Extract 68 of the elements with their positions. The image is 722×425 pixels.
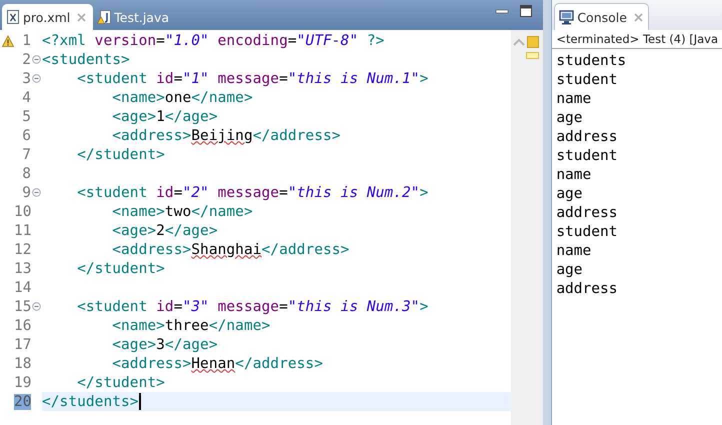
code-line: <address>Shanghai</address>	[111, 242, 350, 258]
collapse-icon[interactable]	[32, 188, 41, 197]
line-number: 8	[21, 166, 31, 182]
line-number: 19	[14, 374, 31, 390]
code-line: <student id="3" message="this is Num.3">	[76, 298, 428, 314]
warning-marker-icon[interactable]	[527, 36, 540, 48]
console-output-line: age	[556, 109, 584, 128]
console-output-line: name	[556, 166, 592, 185]
line-number: 1	[21, 32, 31, 48]
console-output-line: address	[556, 204, 618, 223]
code-line: <name>three</name>	[111, 318, 270, 334]
line-number: 14	[14, 280, 31, 296]
line-number: 4	[21, 90, 31, 106]
line-number: 6	[21, 128, 31, 144]
console-output-line: student	[556, 223, 618, 242]
xml-file-icon	[6, 9, 20, 25]
code-line: <student id="1" message="this is Num.1">	[76, 70, 428, 86]
console-output-line: age	[556, 185, 584, 204]
line-number: 15	[14, 298, 31, 314]
line-number: 9	[21, 184, 31, 200]
code-line: </student>	[76, 374, 165, 390]
collapse-icon[interactable]	[32, 74, 41, 83]
code-line: <address>Henan</address>	[111, 356, 323, 372]
console-output-line: age	[556, 261, 584, 280]
line-number: 2	[21, 52, 31, 68]
line-number: 17	[14, 336, 31, 352]
monitor-icon	[559, 10, 574, 24]
console-output-line: address	[556, 128, 618, 147]
code-line: </students>	[42, 394, 139, 410]
code-line: <name>two</name>	[111, 204, 253, 220]
line-number: 18	[14, 356, 31, 372]
line-number: 3	[21, 70, 31, 86]
code-line: <?xml version="1.0" encoding="UTF-8" ?>	[42, 32, 384, 48]
console-output-line: students	[556, 52, 628, 71]
editor-tab[interactable]: pro.xml	[2, 4, 94, 30]
line-number: 13	[14, 260, 31, 276]
close-icon	[632, 12, 644, 22]
console-output-line: student	[556, 71, 618, 90]
line-number: 20	[14, 394, 31, 410]
text-cursor	[138, 393, 141, 410]
code-line: <address>Beijing</address>	[111, 128, 341, 144]
line-number: 11	[14, 222, 31, 238]
console-output-line: name	[556, 90, 592, 109]
console-status: <terminated> Test (4) [Java	[552, 30, 722, 49]
line-number: 16	[14, 318, 31, 334]
code-line: <age>2</age>	[111, 222, 218, 238]
line-number: 7	[21, 146, 31, 162]
code-line: </student>	[76, 260, 165, 276]
console-tab[interactable]: Console	[554, 3, 649, 30]
annotation-marker-icon[interactable]	[526, 52, 540, 59]
collapse-icon[interactable]	[32, 302, 41, 311]
minimize-icon[interactable]	[495, 6, 510, 14]
console-output-line: student	[556, 147, 618, 166]
code-line: <students>	[42, 52, 130, 68]
code-line: <name>one</name>	[111, 90, 253, 106]
close-icon	[76, 12, 88, 22]
code-line: </student>	[76, 146, 165, 162]
line-number: 5	[21, 108, 31, 124]
maximize-icon[interactable]	[519, 4, 534, 18]
java-file-warning-icon	[97, 9, 112, 25]
code-line: <student id="2" message="this is Num.2">	[76, 184, 428, 200]
collapse-icon[interactable]	[32, 55, 41, 64]
code-line: <age>1</age>	[111, 108, 218, 124]
line-number: 12	[14, 242, 31, 258]
console-output-line: address	[556, 280, 618, 299]
console-output-line: name	[556, 242, 592, 261]
line-number: 10	[14, 204, 31, 220]
code-line: <age>3</age>	[111, 336, 218, 352]
